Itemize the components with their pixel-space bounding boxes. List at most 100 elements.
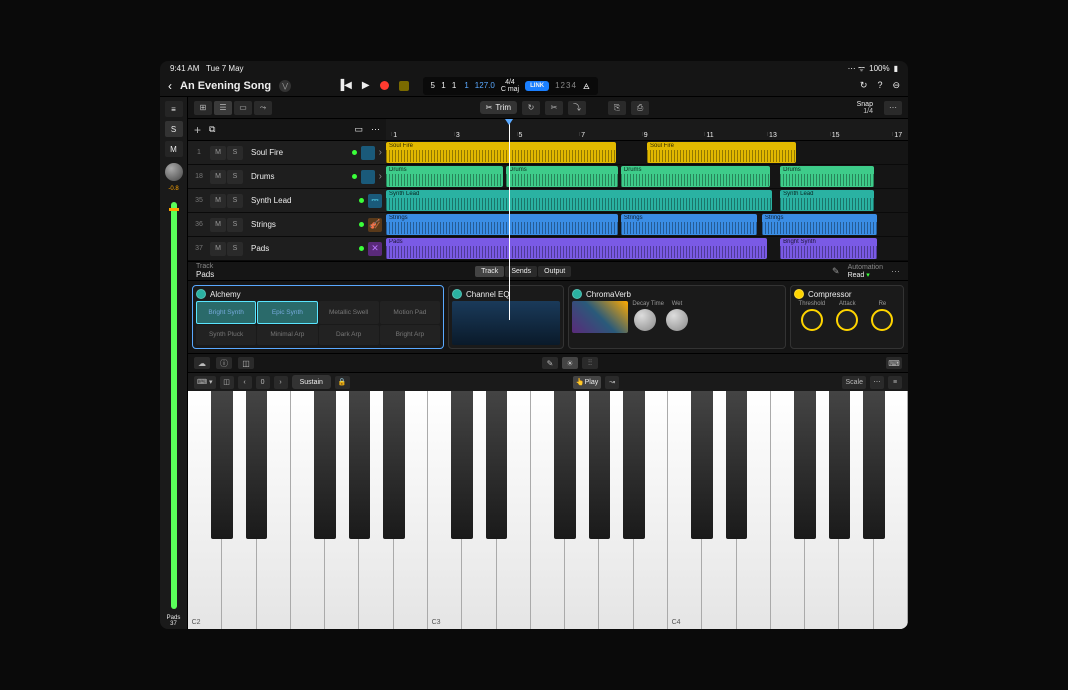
library-icon[interactable]: ☁	[194, 357, 210, 369]
octave-up[interactable]: ›	[274, 376, 288, 389]
tab-sends[interactable]: Sends	[505, 266, 537, 277]
automation-icon[interactable]: ⤳	[254, 101, 272, 115]
mute-button[interactable]: M	[210, 194, 226, 208]
help-icon[interactable]: ?	[877, 80, 882, 91]
settings-icon[interactable]: ⊖	[892, 80, 900, 91]
region[interactable]: Drums	[506, 166, 618, 187]
duplicate-icon[interactable]: ⧉	[209, 124, 215, 135]
track-lane[interactable]: Soul Fire Soul Fire	[386, 141, 908, 164]
power-icon[interactable]	[572, 289, 582, 299]
region[interactable]: Strings	[621, 214, 757, 235]
link-button[interactable]: LINK	[525, 81, 549, 91]
white-key[interactable]	[599, 391, 633, 629]
track-row[interactable]: 36 MS Strings 🎻 StringsStringsStrings	[188, 213, 908, 237]
white-key[interactable]	[462, 391, 496, 629]
region[interactable]: Soul Fire	[386, 142, 616, 163]
playhead[interactable]	[509, 119, 510, 320]
preset-button[interactable]: Bright Synth	[196, 301, 256, 324]
track-row[interactable]: 1 MS Soul Fire ›Soul FireSoul Fire	[188, 141, 908, 165]
white-key[interactable]	[702, 391, 736, 629]
white-key[interactable]	[188, 391, 222, 629]
mute-button[interactable]: M	[165, 141, 183, 157]
plugin-eq[interactable]: Channel EQ	[448, 285, 564, 349]
region[interactable]: Soul Fire	[647, 142, 796, 163]
track-name[interactable]: Drums	[251, 172, 348, 181]
preset-button[interactable]: Synth Pluck	[196, 325, 256, 346]
record-button[interactable]	[380, 81, 389, 90]
plugin-reverb[interactable]: ChromaVerb Decay Time Wet	[568, 285, 786, 349]
region[interactable]: Synth Lead	[780, 190, 874, 211]
piano-keyboard[interactable]: C2C3C4	[188, 391, 908, 629]
volume-fader[interactable]	[171, 202, 177, 609]
solo-button[interactable]: S	[227, 194, 243, 208]
preset-button[interactable]: Minimal Arp	[257, 325, 317, 346]
comp-knob[interactable]	[801, 309, 823, 331]
lock-icon[interactable]: 🔒	[335, 376, 350, 389]
track-type-icon[interactable]: ⎓	[368, 194, 382, 208]
mute-button[interactable]: M	[210, 146, 226, 160]
glissando-icon[interactable]: ↝	[605, 376, 619, 389]
tag-icon[interactable]: ⋁	[279, 80, 291, 92]
brightness-icon[interactable]: ☀	[562, 357, 578, 369]
white-key[interactable]	[291, 391, 325, 629]
white-key[interactable]	[805, 391, 839, 629]
white-key[interactable]	[839, 391, 873, 629]
white-key[interactable]	[531, 391, 565, 629]
controls-icon[interactable]: ⫶⫶	[582, 357, 598, 369]
undo-icon[interactable]: ↻	[860, 80, 868, 91]
add-track-button[interactable]: +	[194, 123, 201, 137]
more-icon[interactable]: ⋯	[870, 376, 884, 389]
white-key[interactable]	[874, 391, 908, 629]
view-single-icon[interactable]: ▭	[234, 101, 252, 115]
wet-knob[interactable]	[666, 309, 688, 331]
preset-button[interactable]: Epic Synth	[257, 301, 317, 324]
info-icon[interactable]: ⓘ	[216, 357, 232, 369]
menu-icon[interactable]: ≡	[888, 376, 902, 389]
view-mixer-icon[interactable]: ☰	[214, 101, 232, 115]
track-name[interactable]: Pads	[251, 244, 355, 253]
more-icon[interactable]: ⋯	[891, 266, 900, 277]
mute-button[interactable]: M	[210, 170, 226, 184]
region[interactable]: Bright Synth	[780, 238, 877, 259]
join-tool[interactable]: ⤵	[568, 101, 586, 115]
eq-graph[interactable]	[452, 301, 560, 345]
track-type-icon[interactable]: 🎻	[368, 218, 382, 232]
track-name[interactable]: Strings	[251, 220, 355, 229]
filter-icon[interactable]: ▭	[354, 124, 363, 135]
pan-knob[interactable]	[165, 163, 183, 181]
lcd-display[interactable]: 5 1 1 1 127.0 4/4C maj LINK 1234 🜁	[423, 77, 598, 95]
tab-track[interactable]: Track	[475, 266, 504, 277]
back-button[interactable]: ‹	[168, 79, 172, 93]
position-display[interactable]: 5 1 1	[431, 81, 459, 90]
region[interactable]: Drums	[621, 166, 770, 187]
edit-icon[interactable]: ✎	[542, 357, 558, 369]
decay-knob[interactable]	[634, 309, 656, 331]
tab-output[interactable]: Output	[538, 266, 571, 277]
project-title[interactable]: An Evening Song	[180, 80, 271, 92]
bar-display[interactable]: 1	[464, 81, 468, 90]
play-mode[interactable]: 👆 Play	[573, 376, 601, 389]
preset-button[interactable]: Bright Arp	[380, 325, 440, 346]
white-key[interactable]	[257, 391, 291, 629]
timeline-ruler[interactable]: 1357911131517	[386, 119, 908, 140]
play-button[interactable]: ▶	[362, 80, 370, 91]
scale-button[interactable]: Scale	[842, 376, 866, 389]
loop-tool[interactable]: ↻	[522, 101, 540, 115]
mute-button[interactable]: M	[210, 218, 226, 232]
track-row[interactable]: 37 MS Pads ✕ PadsBright Synth	[188, 237, 908, 261]
track-lane[interactable]: StringsStringsStrings	[386, 213, 908, 236]
region[interactable]: Strings	[386, 214, 618, 235]
more-icon[interactable]: ⋯	[884, 101, 902, 115]
white-key[interactable]	[428, 391, 462, 629]
preset-button[interactable]: Dark Arp	[319, 325, 379, 346]
rewind-button[interactable]: ▐◀	[337, 80, 352, 91]
track-row[interactable]: 35 MS Synth Lead ⎓ Synth LeadSynth Lead	[188, 189, 908, 213]
solo-button[interactable]: S	[227, 218, 243, 232]
panel-icon[interactable]: ◫	[238, 357, 254, 369]
edit-icon[interactable]: ✎	[832, 266, 840, 277]
white-key[interactable]	[359, 391, 393, 629]
keyboard-icon[interactable]: ⌨ ▾	[194, 376, 216, 389]
copy-icon[interactable]: ⎘	[608, 101, 626, 115]
white-key[interactable]	[634, 391, 668, 629]
cut-tool[interactable]: ✂	[545, 101, 563, 115]
